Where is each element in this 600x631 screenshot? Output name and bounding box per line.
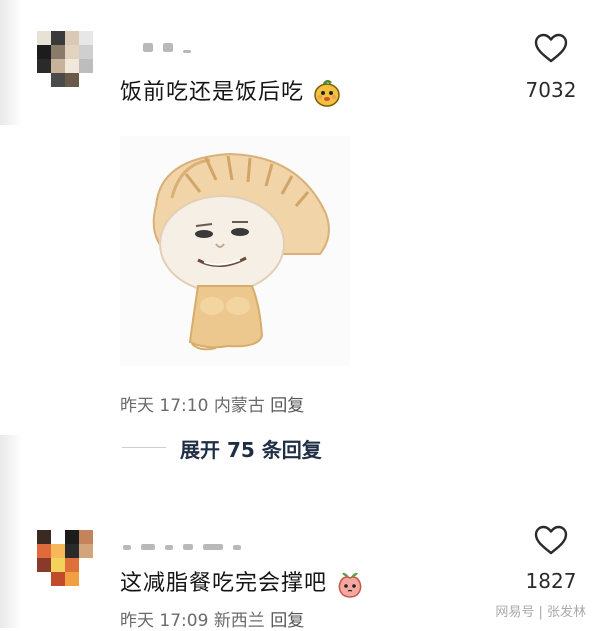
like-count: 1827 [525,569,577,593]
username-obscured[interactable] [123,540,241,554]
heart-icon[interactable] [534,32,568,64]
avatar[interactable] [37,31,93,87]
mango-face-icon [314,80,340,107]
comment-location: 内蒙古 [213,396,265,416]
expand-divider [122,447,166,448]
avatar[interactable] [37,530,93,586]
comment-meta: 昨天 17:09 新西兰 回复 [120,606,304,631]
comment-time: 昨天 17:09 [120,611,209,631]
comment-meta: 昨天 17:10 内蒙古 回复 [120,391,304,416]
left-edge-artifact [0,435,22,628]
like-count: 7032 [525,78,577,102]
watermark: 网易号 | 张发林 [495,605,586,620]
watermark-source: 网易号 [495,605,535,620]
comment-text: 这减脂餐吃完会撑吧 [120,565,365,599]
comment-sticker-image[interactable] [120,136,350,366]
comment-location: 新西兰 [213,611,265,631]
peach-face-icon [338,572,362,598]
comment-time: 昨天 17:10 [120,396,209,416]
dumpling-character-sticker [152,152,330,351]
comment-text: 饭前吃还是饭后吃 [120,74,342,108]
heart-icon[interactable] [534,524,568,556]
username-obscured[interactable] [143,40,191,54]
left-edge-artifact [0,0,22,125]
reply-button[interactable]: 回复 [270,396,304,416]
reply-button[interactable]: 回复 [270,611,304,631]
expand-replies-button[interactable]: 展开 75 条回复 [180,434,322,463]
watermark-author: 张发林 [546,605,586,620]
